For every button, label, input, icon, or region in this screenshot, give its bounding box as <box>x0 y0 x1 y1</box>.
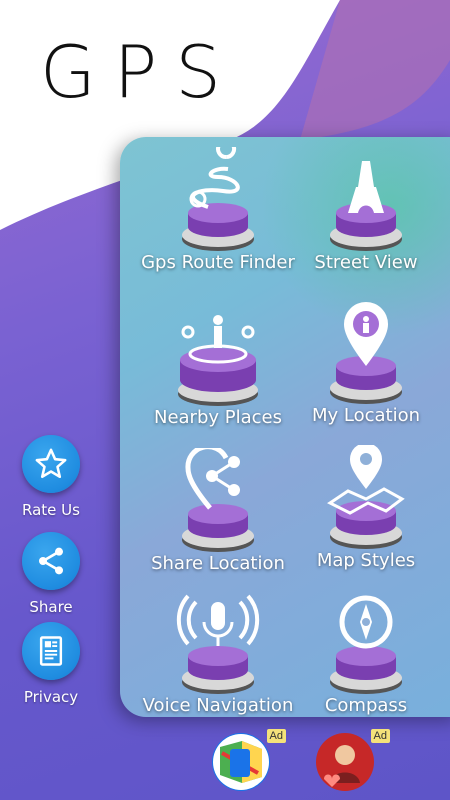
tile-label: My Location <box>311 405 421 426</box>
tile-label: Share Location <box>151 553 285 574</box>
maps-app-icon <box>213 734 269 790</box>
tile-label: Gps Route Finder <box>141 252 295 273</box>
tile-nearby-places[interactable]: Nearby Places <box>138 302 298 442</box>
share-icon <box>39 547 63 575</box>
ad-app-maps[interactable]: Ad <box>212 729 286 791</box>
microphone-icon <box>176 594 260 694</box>
feature-panel: Gps Route Finder Street View Nearby Plac <box>120 137 450 717</box>
ad-app-love-frames[interactable]: Ad <box>316 729 390 791</box>
privacy-button[interactable]: Privacy <box>20 622 82 706</box>
star-icon <box>35 448 67 479</box>
side-label: Rate Us <box>22 501 80 519</box>
tile-my-location[interactable]: My Location <box>286 300 446 440</box>
rate-us-button[interactable]: Rate Us <box>20 435 82 519</box>
love-frames-app-icon <box>317 734 373 790</box>
tile-label: Nearby Places <box>153 407 282 428</box>
document-icon <box>39 636 63 666</box>
map-pin-icon <box>327 445 405 549</box>
tile-label: Map Styles <box>316 550 416 571</box>
tile-label: Compass <box>324 695 408 716</box>
compass-icon <box>330 595 402 694</box>
location-person-icon <box>330 302 402 404</box>
nearby-people-icon <box>178 315 258 406</box>
tile-gps-route-finder[interactable]: Gps Route Finder <box>138 147 298 287</box>
share-circle[interactable] <box>22 532 80 590</box>
tile-label: Voice Navigation <box>142 695 294 716</box>
eiffel-tower-icon <box>330 152 402 251</box>
side-label: Privacy <box>23 688 79 706</box>
tile-compass[interactable]: Compass <box>286 590 446 717</box>
tile-map-styles[interactable]: Map Styles <box>286 445 446 585</box>
share-pin-icon <box>182 448 254 552</box>
tile-label: Street View <box>314 252 418 273</box>
privacy-circle[interactable] <box>22 622 80 680</box>
rate-us-circle[interactable] <box>22 435 80 493</box>
tile-voice-navigation[interactable]: Voice Navigation <box>138 590 298 717</box>
ad-badge: Ad <box>370 729 390 743</box>
tile-street-view[interactable]: Street View <box>286 147 446 287</box>
ad-badge: Ad <box>266 729 286 743</box>
tile-share-location[interactable]: Share Location <box>138 448 298 588</box>
share-button[interactable]: Share <box>20 532 82 616</box>
side-label: Share <box>29 598 73 616</box>
route-icon <box>182 147 254 251</box>
app-title: GPS <box>40 30 239 114</box>
